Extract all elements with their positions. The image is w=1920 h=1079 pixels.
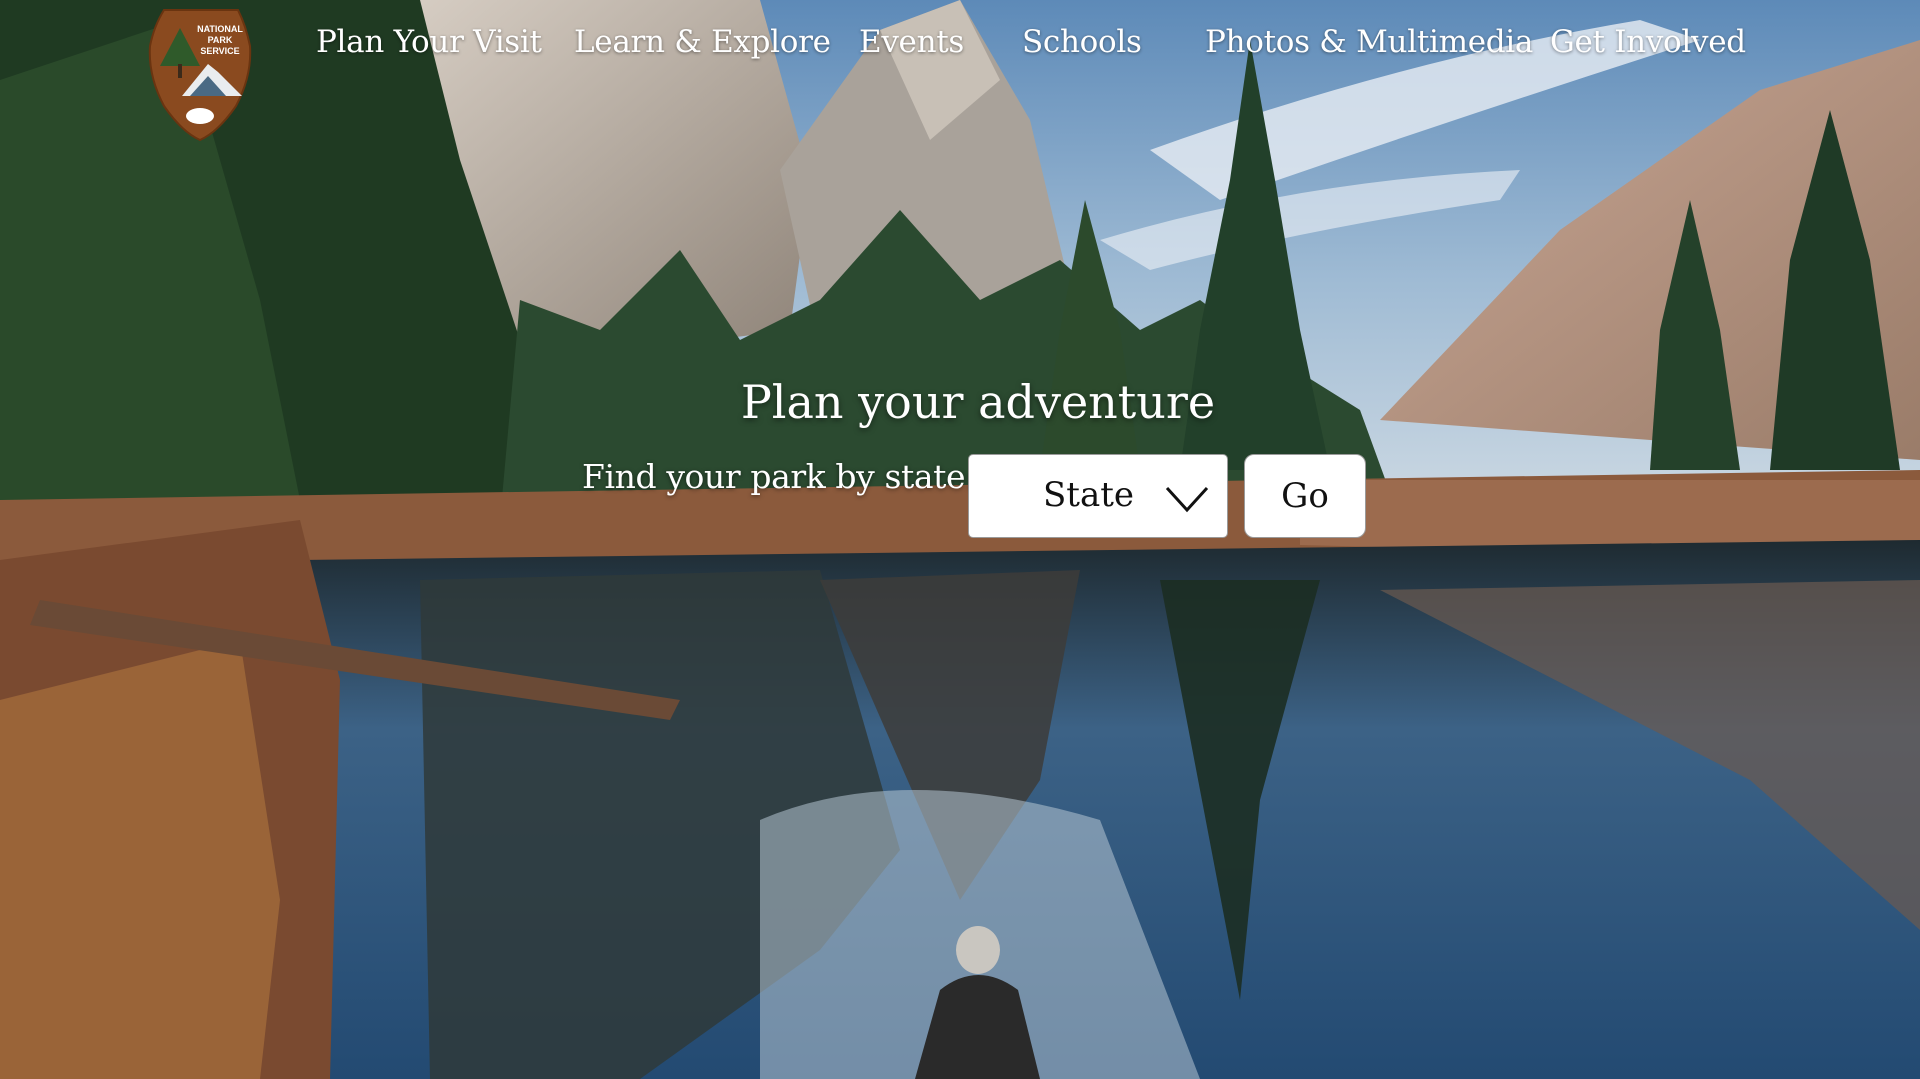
nav-events[interactable]: Events	[859, 20, 964, 64]
nav-schools[interactable]: Schools	[1022, 20, 1142, 64]
nav-photos-multimedia[interactable]: Photos & Multimedia	[1205, 20, 1533, 64]
nav-plan-your-visit[interactable]: Plan Your Visit	[316, 20, 542, 64]
state-select-value: State	[1043, 475, 1135, 515]
state-select[interactable]: State	[968, 454, 1228, 538]
find-park-label: Find your park by state:	[582, 457, 976, 496]
nps-arrowhead-icon[interactable]: NATIONAL PARK SERVICE	[146, 6, 254, 142]
chevron-down-icon	[1165, 486, 1209, 513]
nav-learn-explore[interactable]: Learn & Explore	[574, 20, 831, 64]
hero-background-image	[0, 0, 1920, 1079]
logo-text: SERVICE	[200, 46, 239, 56]
hero-section: NATIONAL PARK SERVICE Plan Your Visit Le…	[0, 0, 1920, 1079]
hero-headline: Plan your adventure	[740, 375, 1216, 429]
nav-get-involved[interactable]: Get Involved	[1550, 20, 1746, 64]
logo-text: NATIONAL	[197, 24, 243, 34]
logo-text: PARK	[208, 35, 233, 45]
go-button[interactable]: Go	[1244, 454, 1366, 538]
